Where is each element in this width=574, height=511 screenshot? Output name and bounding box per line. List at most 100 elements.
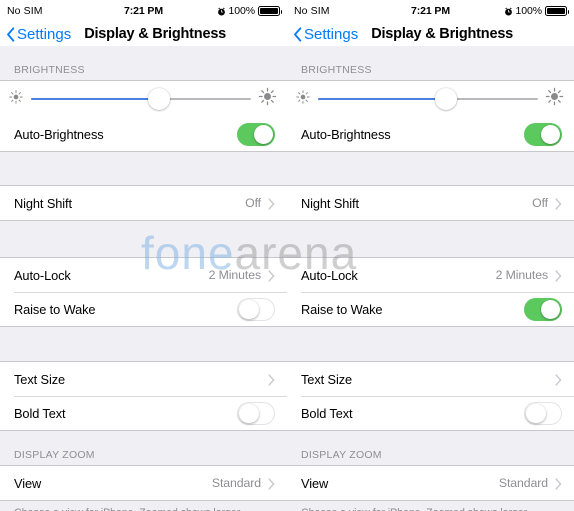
display-zoom-footer-note: Choose a view for iPhone. Zoomed shows l… <box>287 501 574 511</box>
chevron-right-icon <box>555 477 562 490</box>
chevron-right-icon <box>268 269 275 282</box>
sun-small-icon <box>295 89 311 110</box>
slider-thumb[interactable] <box>434 88 457 110</box>
chevron-left-icon <box>293 26 302 42</box>
row-auto-brightness: Auto-Brightness <box>0 117 287 151</box>
group-display-zoom: View Standard <box>287 465 574 501</box>
toggle-raise-to-wake[interactable] <box>524 297 562 321</box>
row-view[interactable]: View Standard <box>287 466 574 500</box>
spacer <box>287 152 574 185</box>
row-value-night-shift: Off <box>245 196 261 210</box>
group-lock: Auto-Lock 2 Minutes Raise to Wake <box>287 257 574 327</box>
group-lock: Auto-Lock 2 Minutes Raise to Wake <box>0 257 287 327</box>
page-title: Display & Brightness <box>371 26 514 42</box>
spacer <box>0 327 287 361</box>
row-label-text-size: Text Size <box>14 371 66 387</box>
chevron-left-icon <box>6 26 15 42</box>
toggle-raise-to-wake[interactable] <box>237 297 275 321</box>
back-button-label: Settings <box>304 25 359 43</box>
spacer <box>0 152 287 185</box>
row-value-view: Standard <box>211 476 261 490</box>
brightness-slider[interactable] <box>31 84 251 114</box>
battery-percent-label: 100% <box>515 5 543 17</box>
chevron-right-icon <box>268 197 275 210</box>
toggle-auto-brightness[interactable] <box>237 122 275 146</box>
battery-full-icon <box>258 6 282 16</box>
status-bar: No SIM 7:21 PM 100% <box>287 0 574 22</box>
group-brightness: Auto-Brightness <box>287 80 574 152</box>
row-value-night-shift: Off <box>532 196 548 210</box>
group-night-shift: Night Shift Off <box>0 185 287 221</box>
section-header-brightness: BRIGHTNESS <box>0 64 287 80</box>
toggle-bold-text[interactable] <box>237 401 275 425</box>
slider-thumb[interactable] <box>147 88 170 110</box>
slider-track-fill <box>318 98 446 100</box>
chevron-right-icon <box>268 477 275 490</box>
brightness-slider-row <box>0 81 287 117</box>
page-title: Display & Brightness <box>84 26 227 42</box>
row-label-auto-lock: Auto-Lock <box>301 267 358 283</box>
row-label-auto-lock: Auto-Lock <box>14 267 71 283</box>
row-raise-to-wake: Raise to Wake <box>287 292 574 326</box>
row-label-text-size: Text Size <box>301 371 353 387</box>
section-header-display-zoom: DISPLAY ZOOM <box>287 449 574 465</box>
battery-percent-label: 100% <box>228 5 256 17</box>
navigation-bar: Settings Display & Brightness <box>0 22 287 46</box>
section-header-display-zoom: DISPLAY ZOOM <box>0 449 287 465</box>
sun-small-icon <box>8 89 24 110</box>
spacer <box>287 431 574 449</box>
phone-screen-left: No SIM 7:21 PM 100% Settings Display & B… <box>0 0 287 511</box>
spacer <box>287 327 574 361</box>
phone-screen-right: No SIM 7:21 PM 100% Settings Display & B… <box>287 0 574 511</box>
spacer <box>287 46 574 64</box>
row-view[interactable]: View Standard <box>0 466 287 500</box>
row-bold-text: Bold Text <box>287 396 574 430</box>
row-value-view: Standard <box>498 476 548 490</box>
row-night-shift[interactable]: Night Shift Off <box>287 186 574 220</box>
row-label-raise-to-wake: Raise to Wake <box>14 301 96 317</box>
battery-full-icon <box>545 6 569 16</box>
brightness-slider-row <box>287 81 574 117</box>
section-header-brightness: BRIGHTNESS <box>287 64 574 80</box>
row-auto-lock[interactable]: Auto-Lock 2 Minutes <box>0 258 287 292</box>
row-auto-brightness: Auto-Brightness <box>287 117 574 151</box>
row-label-night-shift: Night Shift <box>14 195 72 211</box>
navigation-bar: Settings Display & Brightness <box>287 22 574 46</box>
sun-large-icon <box>258 87 277 111</box>
row-label-night-shift: Night Shift <box>301 195 359 211</box>
dual-screenshot-comparison: No SIM 7:21 PM 100% Settings Display & B… <box>0 0 574 511</box>
row-label-bold-text: Bold Text <box>14 405 66 421</box>
row-label-raise-to-wake: Raise to Wake <box>301 301 383 317</box>
alarm-clock-icon <box>504 7 513 16</box>
group-text: Text Size Bold Text <box>0 361 287 431</box>
back-button-label: Settings <box>17 25 72 43</box>
display-zoom-footer-note: Choose a view for iPhone. Zoomed shows l… <box>0 501 287 511</box>
row-value-auto-lock: 2 Minutes <box>208 268 262 282</box>
row-text-size[interactable]: Text Size <box>0 362 287 396</box>
row-night-shift[interactable]: Night Shift Off <box>0 186 287 220</box>
back-to-settings-button[interactable]: Settings <box>6 26 71 43</box>
chevron-right-icon <box>555 269 562 282</box>
group-text: Text Size Bold Text <box>287 361 574 431</box>
chevron-right-icon <box>268 373 275 386</box>
group-display-zoom: View Standard <box>0 465 287 501</box>
brightness-slider[interactable] <box>318 84 538 114</box>
chevron-right-icon <box>555 197 562 210</box>
sun-large-icon <box>545 87 564 111</box>
row-value-auto-lock: 2 Minutes <box>495 268 549 282</box>
row-text-size[interactable]: Text Size <box>287 362 574 396</box>
alarm-clock-icon <box>217 7 226 16</box>
row-label-view: View <box>14 475 42 491</box>
toggle-bold-text[interactable] <box>524 401 562 425</box>
back-to-settings-button[interactable]: Settings <box>293 26 358 43</box>
toggle-auto-brightness[interactable] <box>524 122 562 146</box>
spacer <box>0 46 287 64</box>
row-raise-to-wake: Raise to Wake <box>0 292 287 326</box>
chevron-right-icon <box>555 373 562 386</box>
row-auto-lock[interactable]: Auto-Lock 2 Minutes <box>287 258 574 292</box>
spacer <box>287 221 574 257</box>
spacer <box>0 431 287 449</box>
row-label-auto-brightness: Auto-Brightness <box>301 126 391 142</box>
spacer <box>0 221 287 257</box>
row-label-view: View <box>301 475 329 491</box>
